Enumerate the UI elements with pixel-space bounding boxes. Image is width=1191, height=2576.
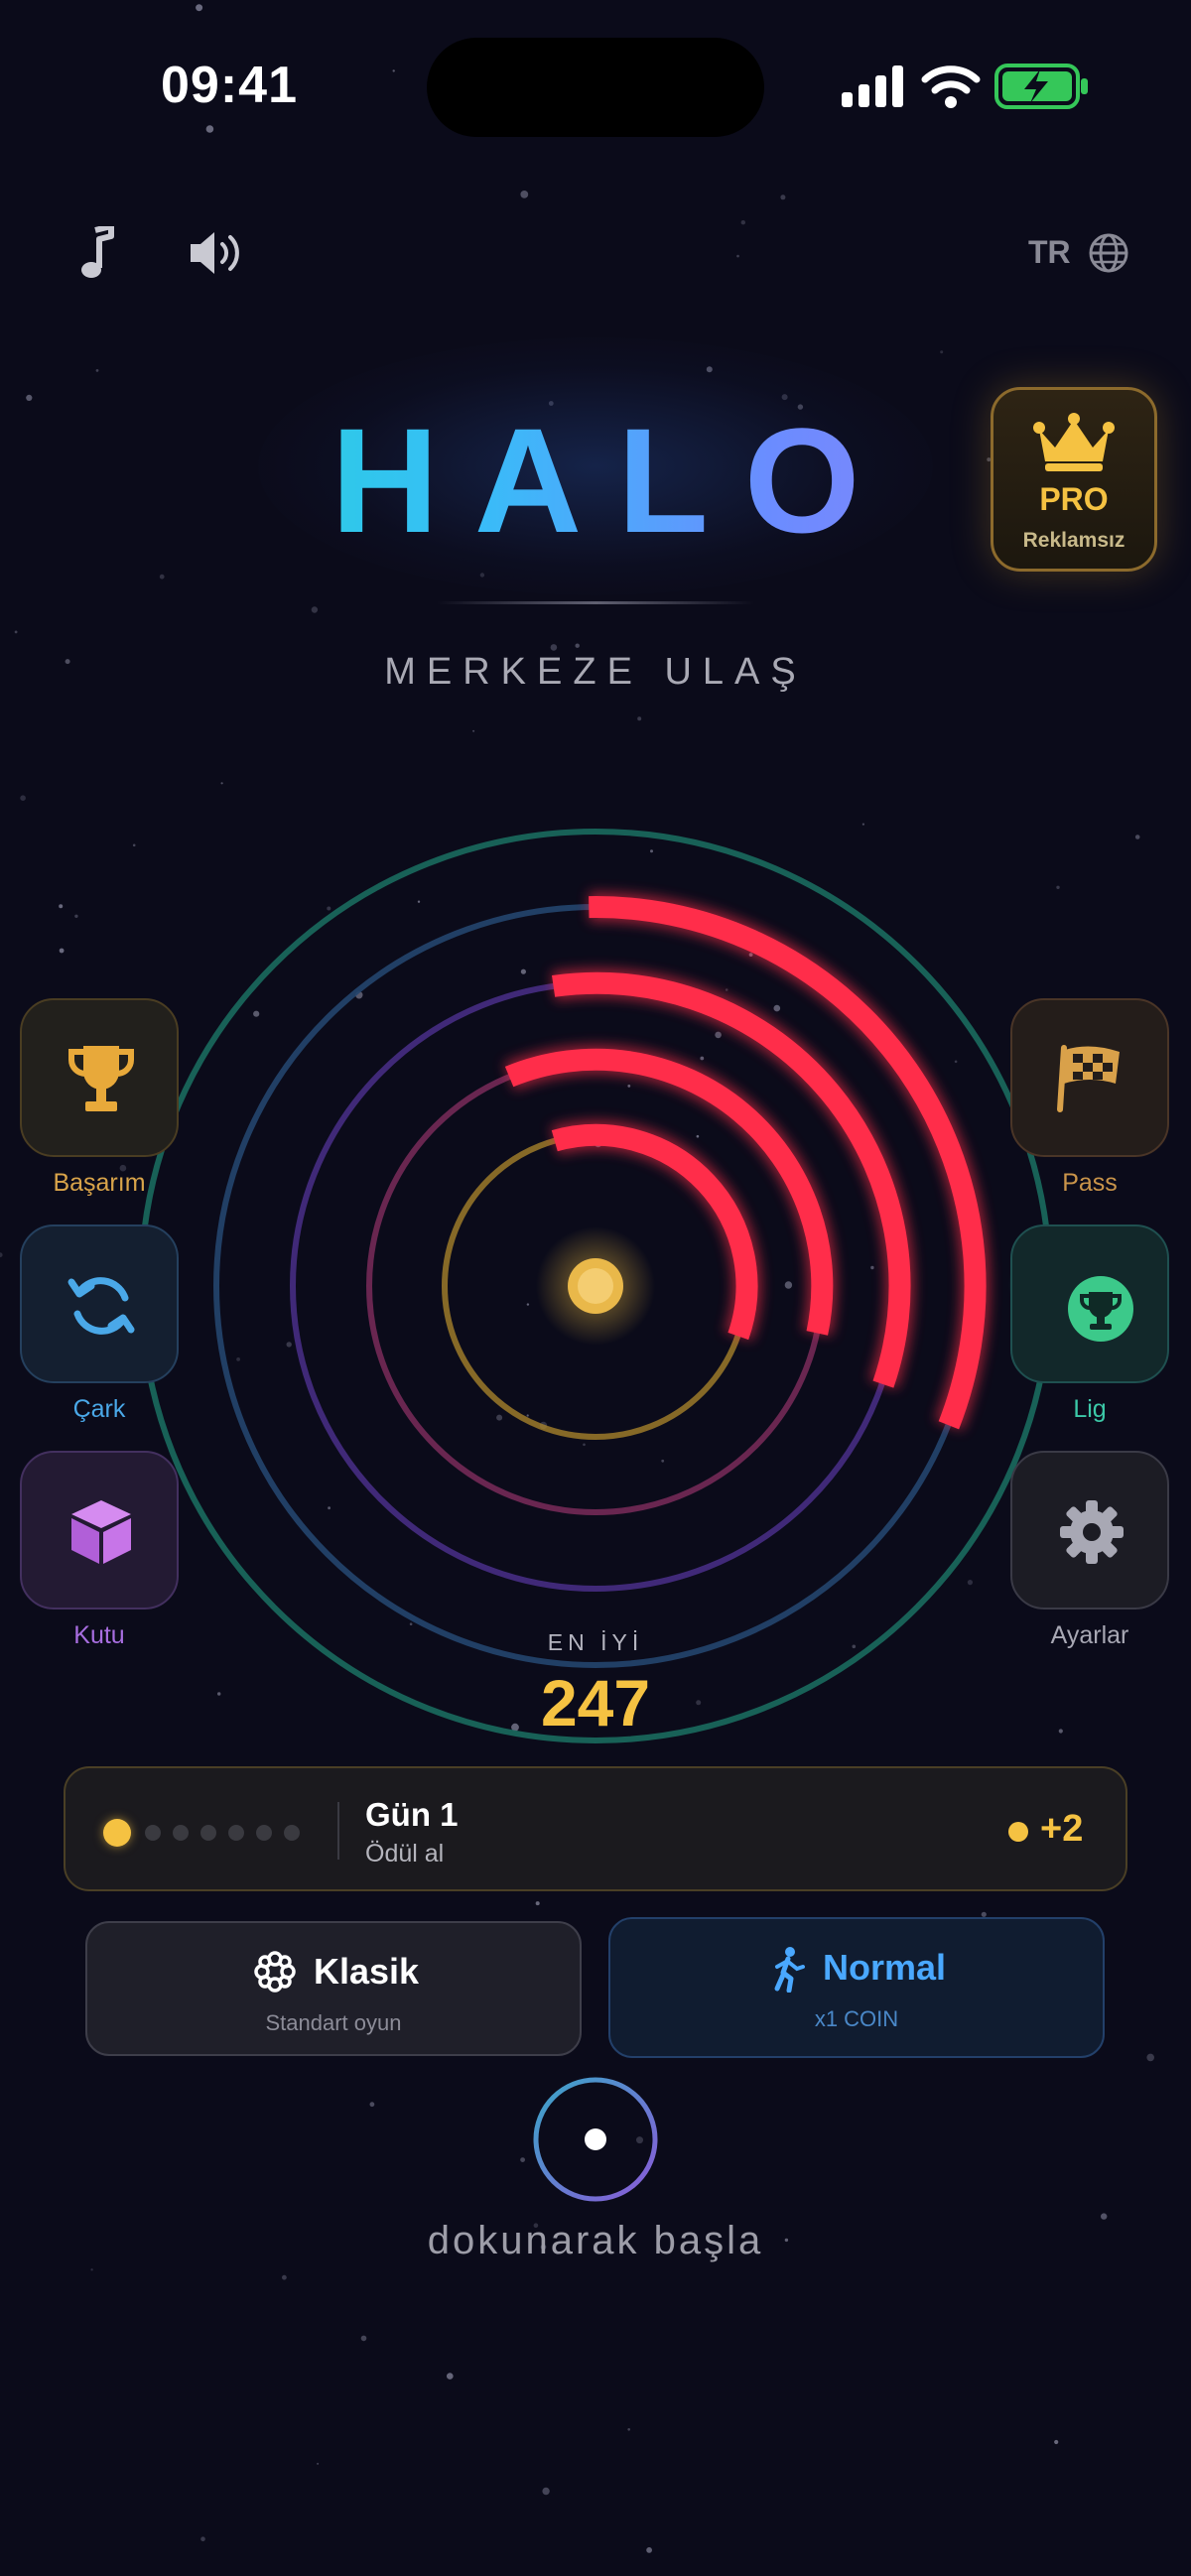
star xyxy=(447,2373,454,2380)
star xyxy=(1054,2439,1059,2445)
crown-icon xyxy=(1033,413,1115,471)
star xyxy=(317,2462,320,2465)
star xyxy=(535,1901,540,1906)
best-score-label: EN İYİ xyxy=(547,1629,644,1655)
star xyxy=(95,369,99,372)
box-icon xyxy=(71,1500,131,1564)
settings-button[interactable] xyxy=(1010,1451,1169,1610)
difficulty-mode-title: Normal xyxy=(823,1947,947,1988)
start-label: dokunarak başla xyxy=(427,2219,764,2262)
day-dot-6 xyxy=(256,1825,272,1841)
star xyxy=(14,630,18,634)
star xyxy=(311,606,319,613)
daily-reward-value: +2 xyxy=(1040,1808,1084,1850)
daily-claim-label[interactable]: Ödül al xyxy=(365,1840,444,1868)
star xyxy=(940,350,944,354)
checkered-flag-icon xyxy=(1057,1045,1120,1112)
coin-icon xyxy=(1008,1822,1028,1842)
wifi-icon xyxy=(921,65,981,108)
daily-divider xyxy=(337,1802,339,1860)
pass-button[interactable] xyxy=(1010,998,1169,1157)
star xyxy=(780,194,786,200)
title-divider xyxy=(437,601,754,604)
day-dot-1 xyxy=(103,1819,131,1847)
star xyxy=(740,220,745,225)
pro-label: PRO xyxy=(1039,481,1109,517)
atom-icon xyxy=(254,1951,296,1993)
star xyxy=(220,782,223,785)
star xyxy=(646,2547,652,2553)
achievements-button[interactable] xyxy=(20,998,179,1157)
day-dot-7 xyxy=(284,1825,300,1841)
best-score-value: 247 xyxy=(540,1666,651,1739)
daily-day-label: Gün 1 xyxy=(365,1796,459,1833)
music-icon[interactable] xyxy=(77,226,119,282)
star xyxy=(542,2487,550,2496)
star xyxy=(90,2268,93,2271)
battery-charging-icon xyxy=(994,64,1088,109)
day-dot-4 xyxy=(200,1825,216,1841)
dynamic-island xyxy=(427,38,764,137)
star xyxy=(282,2274,287,2280)
game-subtitle: MERKEZE ULAŞ xyxy=(384,651,807,693)
star xyxy=(205,125,214,133)
star xyxy=(472,729,475,732)
daily-reward-bar[interactable]: Gün 1 Ödül al +2 xyxy=(64,1766,1127,1891)
star xyxy=(520,2157,525,2163)
league-button[interactable] xyxy=(1010,1224,1169,1383)
wheel-button[interactable] xyxy=(20,1224,179,1383)
star xyxy=(627,2428,630,2431)
trophy-icon xyxy=(68,1046,134,1111)
speaker-icon[interactable] xyxy=(189,228,246,278)
star xyxy=(736,254,739,258)
signal-icon xyxy=(842,65,903,107)
star xyxy=(1146,2053,1154,2062)
star xyxy=(637,716,642,721)
classic-mode-title: Klasik xyxy=(314,1951,420,1992)
pro-sublabel: Reklamsız xyxy=(1022,529,1125,552)
league-trophy-icon xyxy=(1068,1276,1133,1342)
difficulty-mode-subtitle: x1 COIN xyxy=(814,2006,899,2031)
star xyxy=(196,4,203,12)
star xyxy=(369,2102,375,2108)
refresh-icon xyxy=(67,1277,135,1335)
star xyxy=(360,2335,367,2342)
day-dot-3 xyxy=(173,1825,189,1841)
classic-mode-subtitle: Standart oyun xyxy=(265,2010,402,2035)
language-label[interactable]: TR xyxy=(1028,234,1071,271)
difficulty-mode-button[interactable]: Normal x1 COIN xyxy=(608,1917,1105,2058)
wheel-label: Çark xyxy=(72,1395,126,1423)
day-dot-5 xyxy=(228,1825,244,1841)
pass-label: Pass xyxy=(1062,1169,1118,1197)
star xyxy=(520,191,529,198)
pro-button[interactable]: PRO Reklamsız xyxy=(991,387,1157,572)
star xyxy=(200,2536,205,2541)
star xyxy=(550,644,558,651)
start-button[interactable] xyxy=(526,2074,665,2209)
classic-mode-button[interactable]: Klasik Standart oyun xyxy=(85,1921,582,2056)
walking-person-icon xyxy=(774,1947,805,1993)
day-dot-2 xyxy=(145,1825,161,1841)
gear-icon xyxy=(1060,1500,1124,1564)
star xyxy=(159,574,165,580)
achievements-label: Başarım xyxy=(53,1169,146,1197)
box-button[interactable] xyxy=(20,1451,179,1610)
status-time: 09:41 xyxy=(161,57,298,114)
star xyxy=(575,643,580,648)
league-label: Lig xyxy=(1073,1395,1107,1423)
globe-icon[interactable] xyxy=(1088,232,1129,274)
star xyxy=(392,69,395,72)
